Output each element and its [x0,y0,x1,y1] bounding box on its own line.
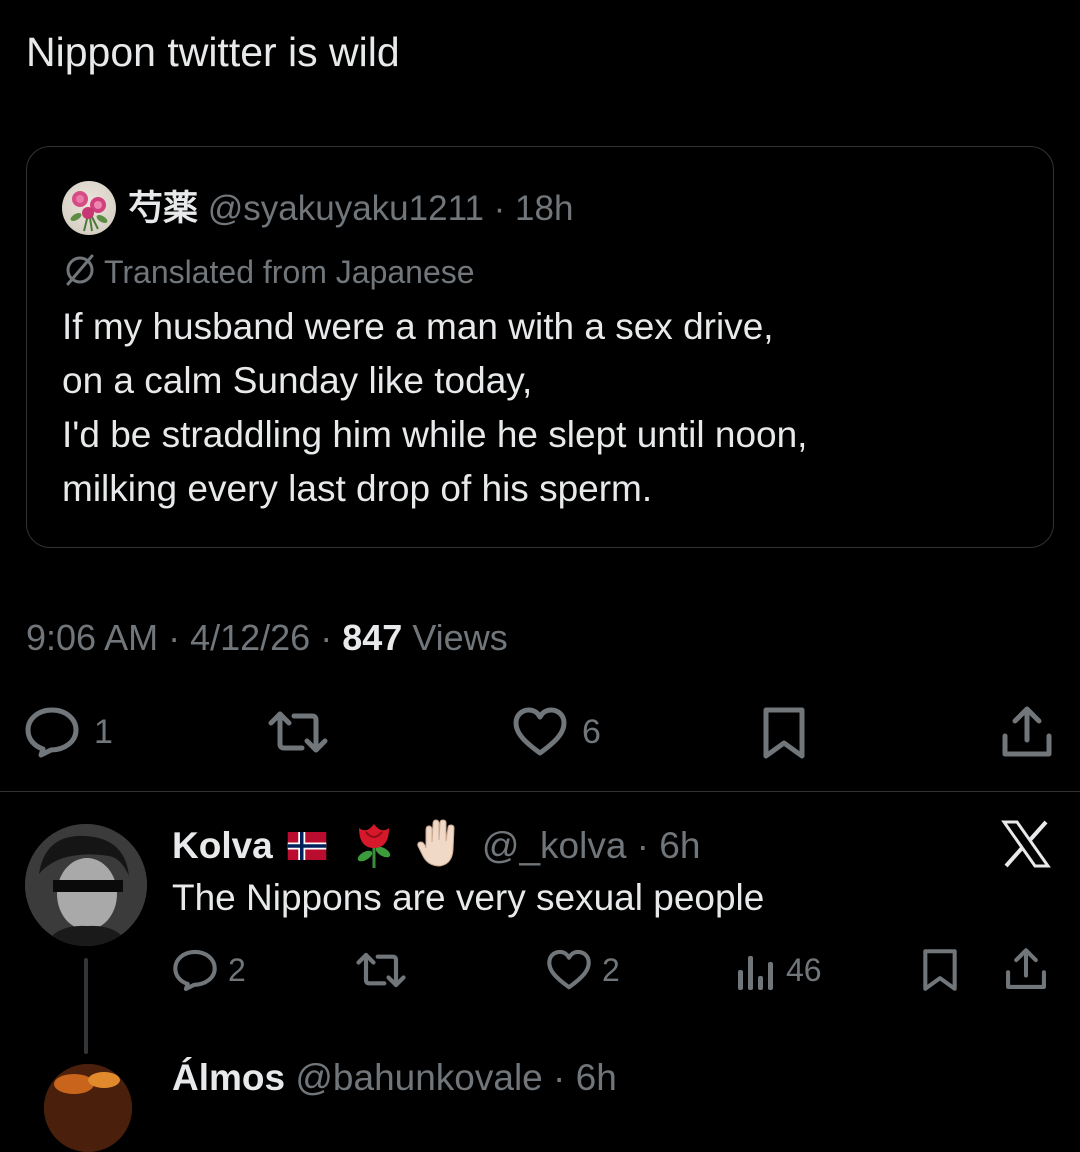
reply-avatar[interactable] [25,824,147,946]
repost-arrows-icon [268,711,328,753]
quoted-display-name[interactable]: 芍薬 [128,189,198,228]
translated-notice[interactable]: Translated from Japanese [62,250,475,294]
post-date[interactable]: 4/12/26 [190,617,310,658]
heart-icon [513,707,567,756]
next-reply-handle[interactable]: @bahunkovale [295,1057,542,1098]
reply-views-button[interactable]: 46 [736,948,822,992]
quoted-line: I'd be straddling him while he slept unt… [62,414,808,455]
reply-bookmark-button[interactable] [920,948,960,992]
quoted-time[interactable]: 18h [515,189,573,228]
heart-icon [547,949,591,990]
bar-chart-icon [738,956,773,990]
bookmark-icon [923,949,957,991]
reply-handle[interactable]: @_kolva [482,825,627,866]
quoted-body: If my husband were a man with a sex driv… [62,300,807,516]
bookmark-button[interactable] [760,706,808,760]
share-upload-icon [1006,948,1046,989]
globe-slash-icon [66,254,94,286]
fire-photo-image [44,1064,132,1152]
repost-arrows-icon [356,952,406,988]
next-reply-display-name[interactable]: Álmos [172,1057,285,1098]
next-reply-header: Álmos @bahunkovale · 6h [172,1057,617,1098]
divider [0,791,1080,792]
reply-time[interactable]: 6h [659,825,700,866]
reply-like-count: 2 [602,951,620,988]
reply-share-button[interactable] [1004,946,1048,992]
reply-count: 1 [94,712,113,751]
translated-label: Translated from Japanese [104,254,475,290]
next-reply-avatar[interactable] [44,1064,132,1152]
quoted-handle[interactable]: @syakuyaku1211 [208,189,484,228]
x-logo-icon[interactable] [1000,818,1052,870]
thread-line [84,958,88,1054]
share-upload-icon [1002,706,1052,757]
views-count: 847 [342,617,403,658]
dot-separator: · [626,825,660,866]
post-text: Nippon twitter is wild [26,29,400,75]
quoted-header: 芍薬 @syakuyaku1211 · 18h [128,184,573,234]
speech-bubble-icon [25,707,79,758]
quoted-line: on a calm Sunday like today, [62,360,533,401]
reply-text: The Nippons are very sexual people [172,877,765,918]
reply-views-count: 46 [786,951,822,988]
reply-reply-count: 2 [228,951,246,988]
dot-separator: · [483,189,516,228]
like-button[interactable]: 6 [512,706,601,758]
reply-repost-button[interactable] [356,948,406,992]
quoted-avatar[interactable] [62,181,116,235]
quoted-line: If my husband were a man with a sex driv… [62,306,774,347]
repost-button[interactable] [268,706,328,758]
norway-flag-icon [287,832,327,860]
reply-like-button[interactable]: 2 [546,948,620,992]
share-button[interactable] [1000,704,1054,760]
post-time[interactable]: 9:06 AM [26,617,158,658]
speech-bubble-icon [173,949,217,991]
peony-flowers-image [70,191,108,232]
next-reply-time[interactable]: 6h [576,1057,617,1098]
post-timestamp: 9:06 AM · 4/12/26 · 847 Views [26,617,508,658]
person-photo-image [25,824,147,946]
raised-hand-emoji-icon [416,819,455,867]
reply-display-name[interactable]: Kolva [172,825,273,866]
like-count: 6 [582,712,601,751]
views-label: Views [412,617,508,658]
quoted-line: milking every last drop of his sperm. [62,468,653,509]
rose-emoji-icon [358,824,391,868]
bookmark-icon [763,707,805,759]
reply-reply-button[interactable]: 2 [172,948,246,992]
reply-header: Kolva @_kolva · 6h [172,818,700,872]
reply-button[interactable]: 1 [24,706,113,758]
